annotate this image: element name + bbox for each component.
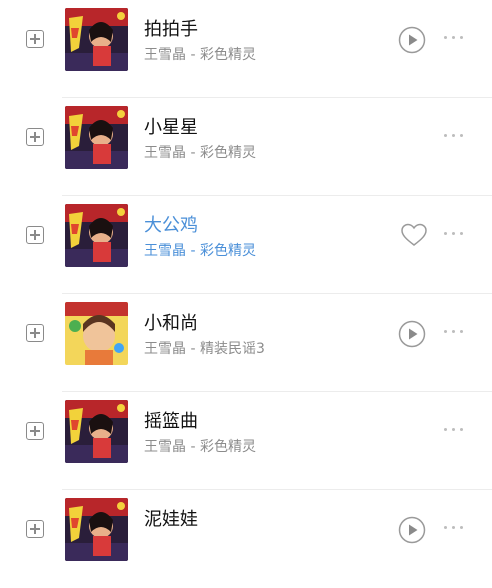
album-cover [65, 8, 128, 71]
album-cover [65, 302, 128, 365]
add-to-playlist-button[interactable] [26, 226, 44, 244]
more-options-icon[interactable] [442, 426, 466, 434]
song-artist-album: 王雪晶 - 彩色精灵 [144, 145, 256, 161]
add-to-playlist-button[interactable] [26, 324, 44, 342]
play-icon[interactable] [398, 26, 426, 54]
song-artist-album: 王雪晶 - 精装民谣3 [144, 341, 265, 357]
add-to-playlist-button[interactable] [26, 128, 44, 146]
song-title: 小星星 [144, 117, 198, 138]
song-row-playing[interactable]: 大公鸡 王雪晶 - 彩色精灵 [0, 196, 492, 294]
add-to-playlist-button[interactable] [26, 422, 44, 440]
song-row[interactable]: 拍拍手 王雪晶 - 彩色精灵 [0, 0, 492, 98]
more-options-icon[interactable] [442, 34, 466, 42]
song-title: 摇篮曲 [144, 411, 198, 432]
song-row[interactable]: 小星星 王雪晶 - 彩色精灵 [0, 98, 492, 196]
add-to-playlist-button[interactable] [26, 520, 44, 538]
song-row[interactable]: 泥娃娃 [0, 490, 492, 588]
song-row[interactable]: 摇篮曲 王雪晶 - 彩色精灵 [0, 392, 492, 490]
album-cover [65, 204, 128, 267]
song-title: 拍拍手 [144, 19, 198, 40]
song-row[interactable]: 小和尚 王雪晶 - 精装民谣3 [0, 294, 492, 392]
add-to-playlist-button[interactable] [26, 30, 44, 48]
album-cover [65, 400, 128, 463]
more-options-icon[interactable] [442, 328, 466, 336]
more-options-icon[interactable] [442, 524, 466, 532]
song-artist-album: 王雪晶 - 彩色精灵 [144, 47, 256, 63]
song-title: 大公鸡 [144, 215, 198, 236]
more-options-icon[interactable] [442, 132, 466, 140]
album-cover [65, 498, 128, 561]
heart-icon[interactable] [400, 223, 428, 247]
album-cover [65, 106, 128, 169]
play-icon[interactable] [398, 320, 426, 348]
more-options-icon[interactable] [442, 230, 466, 238]
song-artist-album: 王雪晶 - 彩色精灵 [144, 439, 256, 455]
song-artist-album: 王雪晶 - 彩色精灵 [144, 243, 256, 259]
song-title: 泥娃娃 [144, 509, 198, 530]
play-icon[interactable] [398, 516, 426, 544]
song-title: 小和尚 [144, 313, 198, 334]
